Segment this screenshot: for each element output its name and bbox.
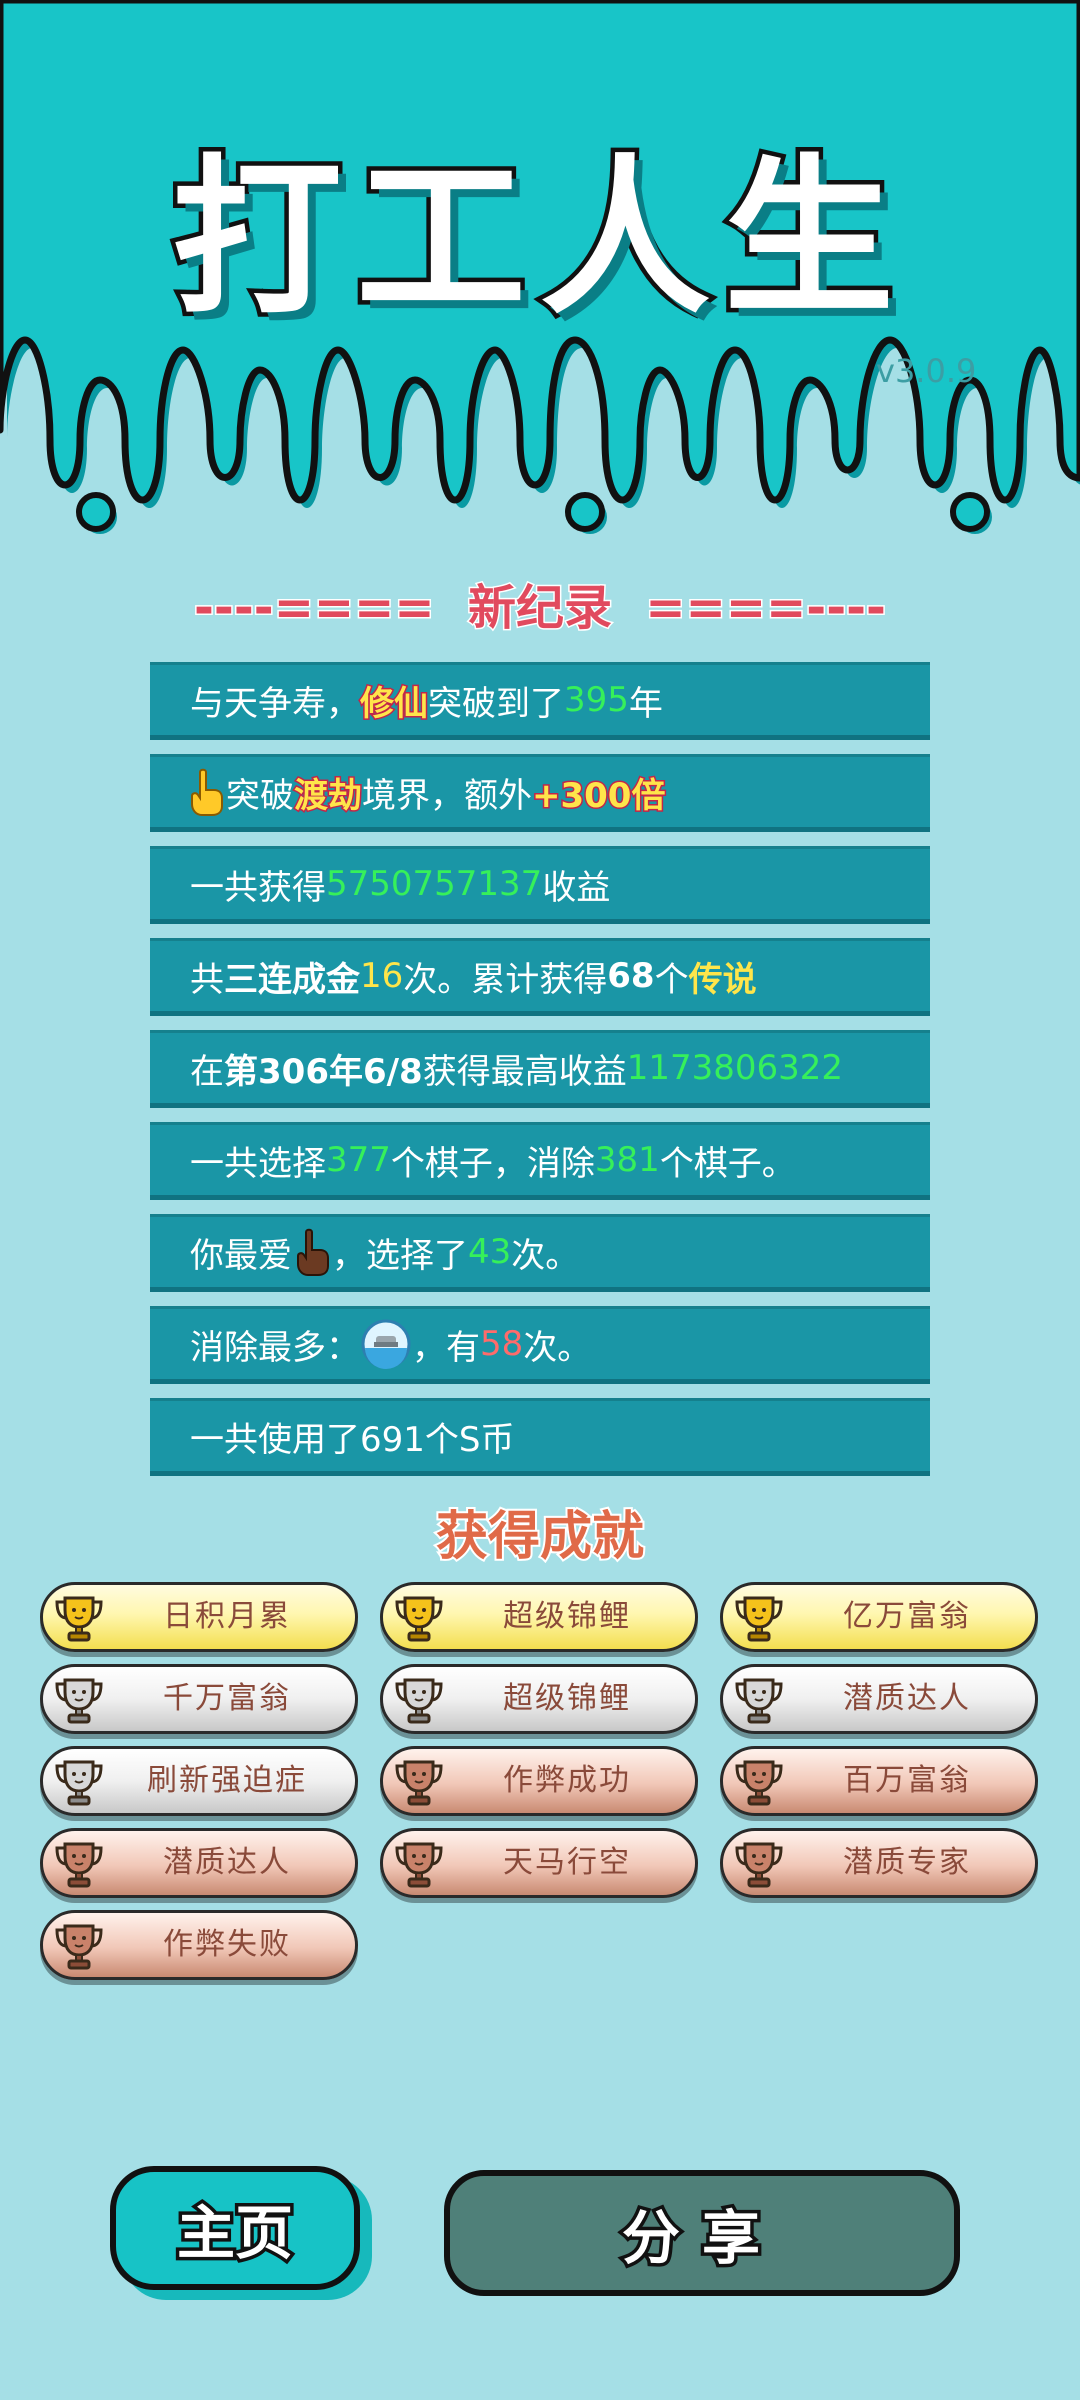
stat-number: 43 <box>468 1232 512 1272</box>
stat-text: 共 <box>190 959 224 1000</box>
stat-text: 在 <box>190 1051 224 1092</box>
stat-text: 你最爱 <box>190 1235 292 1276</box>
stat-text: 次。 <box>511 1235 580 1276</box>
stat-row-pieces: 一共选择 377 个棋子，消除 381 个棋子。 <box>150 1122 930 1200</box>
stat-text: 收益 <box>542 867 611 908</box>
stat-text: 突破 <box>226 775 294 816</box>
stat-text: ，选择了 <box>332 1235 468 1276</box>
achievement-badge: 超级锦鲤 <box>380 1582 698 1652</box>
trophy-icon <box>391 1672 447 1728</box>
share-button-label: 分享 <box>618 2201 782 2276</box>
achievements-title: 获得成就 <box>434 1505 646 1569</box>
stat-row-tribulation: 突破 渡劫 境界，额外 +300倍 <box>150 754 930 832</box>
stat-text: 境界，额外 <box>362 775 532 816</box>
stat-text: 一共使用了691个S币 <box>190 1419 515 1460</box>
achievement-label: 亿万富翁 <box>843 1599 971 1634</box>
achievement-badge: 百万富翁 <box>720 1746 1038 1816</box>
stat-text: 获得最高收益 <box>422 1051 627 1092</box>
achievement-badge: 天马行空 <box>380 1828 698 1898</box>
header-banner: 打工人生 v3.0.9 <box>0 0 1080 560</box>
stat-bold: 68 <box>607 956 655 996</box>
share-button[interactable]: 分享 <box>444 2170 960 2296</box>
stat-number: 395 <box>564 680 629 720</box>
achievement-label: 千万富翁 <box>163 1681 291 1716</box>
snow-globe-icon <box>360 1318 412 1370</box>
stat-text: ，有 <box>412 1327 480 1368</box>
home-button-label: 主页 <box>173 2196 296 2271</box>
stat-number: 16 <box>360 956 404 996</box>
new-record-heading: ----==== 新纪录 ====---- <box>193 579 888 638</box>
stat-text: 一共选择 <box>190 1143 326 1184</box>
stat-text: 一共获得 <box>190 867 326 908</box>
achievement-badge: 亿万富翁 <box>720 1582 1038 1652</box>
achievement-label: 刷新强迫症 <box>147 1763 307 1798</box>
trophy-icon <box>51 1836 107 1892</box>
achievement-label: 天马行空 <box>503 1845 631 1880</box>
achievement-label: 日积月累 <box>163 1599 291 1634</box>
trophy-icon <box>731 1754 787 1810</box>
stat-number: 5750757137 <box>326 864 543 904</box>
stat-row-favorite: 你最爱 ，选择了 43 次。 <box>150 1214 930 1292</box>
stat-tag: 修仙 <box>359 682 430 725</box>
stat-text: 年 <box>628 683 663 724</box>
stat-text: 个棋子，消除 <box>390 1143 595 1184</box>
trophy-icon <box>391 1590 447 1646</box>
pointing-up-hand-icon <box>292 1228 332 1276</box>
achievement-badge: 超级锦鲤 <box>380 1664 698 1734</box>
achievement-badge: 千万富翁 <box>40 1664 358 1734</box>
trophy-icon <box>731 1836 787 1892</box>
trophy-icon <box>51 1590 107 1646</box>
achievement-label: 潜质专家 <box>843 1845 971 1880</box>
stat-text: 消除最多： <box>190 1327 360 1368</box>
achievement-badge: 潜质达人 <box>720 1664 1038 1734</box>
stat-bold: 第306年6/8 <box>224 1051 423 1092</box>
version-label: v3.0.9 <box>876 352 977 390</box>
achievement-label: 作弊失败 <box>163 1927 291 1962</box>
stat-number: 381 <box>594 1140 660 1180</box>
achievement-label: 作弊成功 <box>503 1763 631 1798</box>
stat-text: 个 <box>654 959 689 1000</box>
pointing-hand-icon <box>186 768 226 816</box>
stat-bonus: +300倍 <box>530 774 666 817</box>
stat-text: 次。累计获得 <box>403 959 608 1000</box>
stat-row-triple-gold: 共三连成金 16 次。累计获得 68 个传说 <box>150 938 930 1016</box>
achievement-label: 潜质达人 <box>163 1845 291 1880</box>
stat-tag: 传说 <box>688 959 757 1000</box>
trophy-icon <box>51 1754 107 1810</box>
stat-number: 377 <box>326 1140 391 1180</box>
stat-row-most-cleared: 消除最多： ，有 58 次。 <box>150 1306 930 1384</box>
achievement-label: 潜质达人 <box>843 1681 971 1716</box>
stat-tag: 渡劫 <box>293 774 364 817</box>
achievement-badge: 潜质专家 <box>720 1828 1038 1898</box>
achievement-badge: 潜质达人 <box>40 1828 358 1898</box>
stat-number: 58 <box>480 1324 524 1364</box>
trophy-icon <box>51 1672 107 1728</box>
trophy-icon <box>391 1836 447 1892</box>
achievement-badge: 作弊成功 <box>380 1746 698 1816</box>
game-title: 打工人生 <box>167 136 908 343</box>
stat-text: 个棋子。 <box>659 1143 796 1184</box>
achievement-badge: 作弊失败 <box>40 1910 358 1980</box>
stats-list: 与天争寿， 修仙 突破到了 395 年 突破 渡劫 境界，额外 +300倍 一共获得 57507… <box>150 662 930 1490</box>
achievement-label: 超级锦鲤 <box>503 1599 631 1634</box>
stat-row-cultivation: 与天争寿， 修仙 突破到了 395 年 <box>150 662 930 740</box>
stat-row-total-income: 一共获得 5750757137 收益 <box>150 846 930 924</box>
achievement-label: 超级锦鲤 <box>503 1681 631 1716</box>
stat-text: 次。 <box>523 1327 592 1368</box>
stat-row-coins: 一共使用了691个S币 <box>150 1398 930 1476</box>
stat-row-best-income: 在 第306年6/8 获得最高收益 1173806322 <box>150 1030 930 1108</box>
stat-text: 与天争寿， <box>190 683 360 724</box>
stat-number: 1173806322 <box>626 1048 844 1088</box>
stat-bold: 三连成金 <box>224 959 360 1000</box>
trophy-icon <box>731 1590 787 1646</box>
trophy-icon <box>731 1672 787 1728</box>
trophy-icon <box>391 1754 447 1810</box>
achievement-badge: 刷新强迫症 <box>40 1746 358 1816</box>
home-button[interactable]: 主页 <box>110 2166 360 2290</box>
stat-text: 突破到了 <box>428 683 564 724</box>
achievement-badge: 日积月累 <box>40 1582 358 1652</box>
achievement-label: 百万富翁 <box>843 1763 971 1798</box>
trophy-icon <box>51 1918 107 1974</box>
